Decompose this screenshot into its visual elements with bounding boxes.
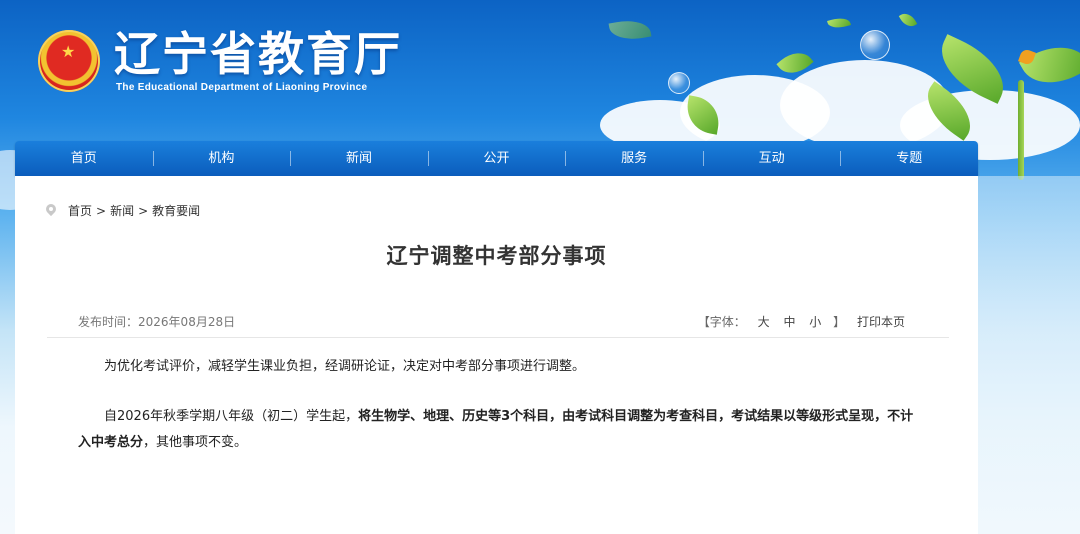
article-paragraph: 自2026年秋季学期八年级（初二）学生起，将生物学、地理、历史等3个科目，由考试… — [78, 404, 918, 456]
nav-item-interaction[interactable]: 互动 — [702, 141, 841, 176]
side-background — [978, 176, 1080, 534]
nav-item-service[interactable]: 服务 — [565, 141, 703, 176]
paragraph-text: 自2026年秋季学期八年级（初二）学生起， — [104, 409, 359, 424]
national-emblem-icon: ★ — [38, 30, 100, 92]
nav-item-news[interactable]: 新闻 — [290, 141, 428, 176]
font-small-button[interactable]: 小 — [809, 315, 821, 329]
nav-item-topics[interactable]: 专题 — [840, 141, 978, 176]
font-size-label: 【字体： — [697, 315, 746, 329]
font-large-button[interactable]: 大 — [758, 315, 770, 329]
breadcrumb-separator: > — [96, 203, 107, 218]
site-subtitle: The Educational Department of Liaoning P… — [116, 82, 368, 93]
article-tools: 【字体： 大 中 小 】 打印本页 — [695, 313, 910, 330]
bubble-decoration — [668, 72, 690, 94]
publish-info: 发布时间：2026年08月28日 — [78, 313, 235, 330]
paragraph-text: ，其他事项不变。 — [143, 435, 248, 450]
font-medium-button[interactable]: 中 — [783, 315, 795, 329]
breadcrumb-separator: > — [138, 203, 149, 218]
nav-item-home[interactable]: 首页 — [15, 141, 153, 176]
publish-date: 2026年08月28日 — [138, 315, 236, 329]
site-title: 辽宁省教育厅 — [114, 27, 402, 81]
divider — [47, 337, 949, 338]
page-title: 辽宁调整中考部分事项 — [386, 244, 607, 268]
breadcrumb-education-news[interactable]: 教育要闻 — [152, 202, 200, 219]
leaf-decoration — [827, 15, 851, 31]
font-size-close: 】 — [833, 315, 846, 329]
location-pin-icon — [46, 204, 56, 218]
breadcrumb-home[interactable]: 首页 — [68, 202, 92, 219]
sprout-stem — [1018, 80, 1024, 180]
nav-item-public[interactable]: 公开 — [427, 141, 566, 176]
bubble-decoration — [860, 30, 890, 60]
content-panel: 首页 > 新闻 > 教育要闻 辽宁调整中考部分事项 发布时间：2026年08月2… — [15, 176, 978, 534]
article-paragraph: 为优化考试评价，减轻学生课业负担，经调研论证，决定对中考部分事项进行调整。 — [104, 359, 586, 374]
star-icon: ★ — [61, 42, 76, 61]
breadcrumb-news[interactable]: 新闻 — [110, 202, 134, 219]
publish-label: 发布时间： — [78, 315, 139, 329]
breadcrumb: 首页 > 新闻 > 教育要闻 — [46, 202, 200, 219]
leaf-decoration — [898, 10, 918, 30]
nav-item-organization[interactable]: 机构 — [152, 141, 291, 176]
main-nav: 首页 机构 新闻 公开 服务 互动 专题 — [15, 141, 978, 176]
leaf-decoration — [608, 16, 652, 44]
print-button[interactable]: 打印本页 — [857, 315, 905, 329]
sprout-leaf — [1019, 32, 1080, 98]
